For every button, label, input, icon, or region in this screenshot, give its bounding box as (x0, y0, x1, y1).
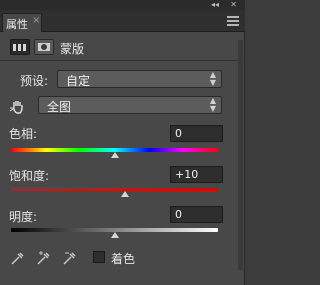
tab-close-icon[interactable]: × (32, 15, 40, 26)
lightness-value: 0 (175, 208, 182, 221)
saturation-slider-track[interactable] (11, 187, 218, 191)
scrollbar[interactable] (238, 40, 243, 270)
collapse-icon[interactable]: ◂◂ (211, 0, 219, 10)
dropdown-arrow-icon: ▲ ▼ (209, 96, 217, 113)
hue-label: 色相: (9, 127, 38, 141)
mask-icon[interactable] (34, 39, 54, 55)
eyedropper-icon[interactable] (10, 250, 26, 266)
targeted-adjustment-hand-icon[interactable] (9, 98, 27, 116)
close-icon[interactable]: ✕ (230, 0, 237, 10)
colorize-label: 着色 (111, 252, 136, 266)
properties-panel: 蒙版 预设: 自定 ▲ ▼ 全图 ▲ ▼ 色相: 0 饱和度: +10 明度: 0 (0, 32, 245, 285)
window-top-strip: ◂◂ ✕ (0, 0, 245, 10)
lightness-input[interactable]: 0 (170, 206, 223, 223)
adjustment-icon[interactable] (10, 39, 30, 55)
tab-properties-label: 属性 (6, 18, 28, 31)
saturation-value: +10 (175, 168, 199, 181)
preset-dropdown[interactable]: 自定 ▲ ▼ (57, 70, 222, 88)
channel-dropdown[interactable]: 全图 ▲ ▼ (38, 96, 222, 114)
hue-slider-thumb[interactable] (110, 152, 119, 158)
mode-label: 蒙版 (60, 42, 85, 56)
preset-label: 预设: (20, 74, 49, 88)
divider (0, 60, 245, 61)
dropdown-arrow-icon: ▲ ▼ (209, 70, 217, 87)
channel-value: 全图 (47, 100, 72, 114)
lightness-slider-thumb[interactable] (110, 232, 119, 238)
eyedropper-subtract-icon[interactable] (62, 250, 78, 266)
hue-value: 0 (175, 127, 182, 140)
panel-tab-bar: 属性 × (0, 10, 245, 32)
saturation-label: 饱和度: (9, 169, 50, 183)
lightness-label: 明度: (9, 210, 38, 224)
colorize-checkbox[interactable] (93, 251, 105, 263)
tab-properties[interactable]: 属性 × (2, 13, 42, 32)
saturation-slider-thumb[interactable] (120, 191, 129, 197)
hue-input[interactable]: 0 (170, 125, 223, 142)
saturation-input[interactable]: +10 (170, 166, 223, 183)
panel-menu-icon[interactable] (227, 16, 239, 26)
eyedropper-add-icon[interactable] (36, 250, 52, 266)
preset-value: 自定 (66, 74, 91, 88)
